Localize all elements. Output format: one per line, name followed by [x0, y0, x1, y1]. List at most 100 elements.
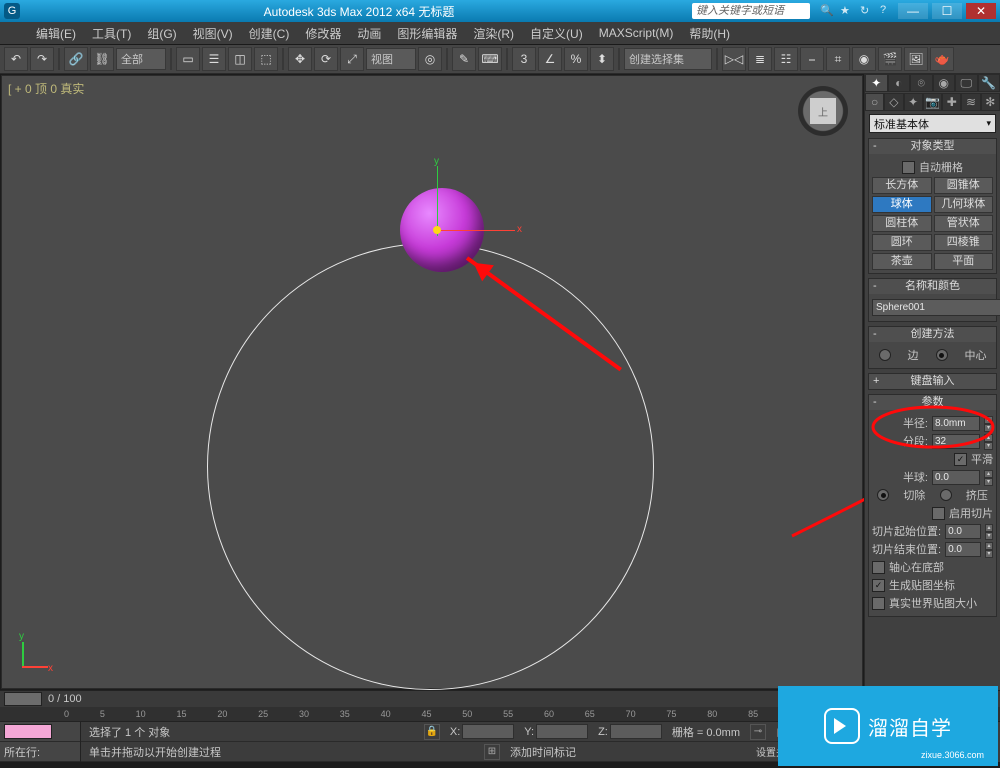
- close-button[interactable]: ✕: [966, 3, 996, 19]
- tab-modify-icon[interactable]: ◐: [888, 74, 911, 92]
- undo-icon[interactable]: ↶: [4, 47, 28, 71]
- tab-hierarchy-icon[interactable]: ⌾: [910, 74, 933, 92]
- time-tag-icon[interactable]: ⊞: [484, 744, 500, 760]
- slice-from-input[interactable]: [945, 524, 981, 539]
- scale-icon[interactable]: ⤢: [340, 47, 364, 71]
- btn-plane[interactable]: 平面: [934, 253, 994, 270]
- realworld-checkbox[interactable]: [872, 597, 885, 610]
- tab-utilities-icon[interactable]: 🔧: [978, 74, 1000, 92]
- viewport-top[interactable]: [ + 0 顶 0 真实 y x 上 y x: [1, 75, 863, 689]
- select-name-icon[interactable]: ☰: [202, 47, 226, 71]
- spinner-snap-icon[interactable]: ⬍: [590, 47, 614, 71]
- radio-chop[interactable]: [877, 489, 889, 501]
- info-icon[interactable]: ?: [880, 4, 894, 18]
- cat-spacewarps-icon[interactable]: ≋: [961, 93, 980, 111]
- lock-icon[interactable]: 🔒: [424, 724, 440, 740]
- tab-display-icon[interactable]: 🖵: [955, 74, 978, 92]
- radio-squash[interactable]: [940, 489, 952, 501]
- cat-shapes-icon[interactable]: ◇: [884, 93, 903, 111]
- circle-shape[interactable]: [207, 243, 654, 690]
- link-icon[interactable]: 🔗: [64, 47, 88, 71]
- btn-cylinder[interactable]: 圆柱体: [872, 215, 932, 232]
- render-setup-icon[interactable]: 🎬: [878, 47, 902, 71]
- cat-cameras-icon[interactable]: 📷: [923, 93, 942, 111]
- star-icon[interactable]: ★: [840, 4, 854, 18]
- object-name-input[interactable]: [872, 299, 1000, 316]
- viewcube[interactable]: 上: [798, 86, 848, 136]
- render-icon[interactable]: 🫖: [930, 47, 954, 71]
- search-box[interactable]: 键入关键字或短语: [692, 3, 810, 19]
- manipulate-icon[interactable]: ✎: [452, 47, 476, 71]
- radio-edge[interactable]: [879, 349, 891, 361]
- menu-animation[interactable]: 动画: [351, 23, 387, 44]
- add-time-tag[interactable]: 添加时间标记: [510, 744, 576, 760]
- move-icon[interactable]: ✥: [288, 47, 312, 71]
- render-frame-icon[interactable]: 🖼: [904, 47, 928, 71]
- cat-geometry-icon[interactable]: ○: [865, 93, 884, 111]
- menu-view[interactable]: 视图(V): [187, 23, 239, 44]
- snap-toggle-icon[interactable]: 3: [512, 47, 536, 71]
- radius-input[interactable]: [932, 416, 980, 431]
- key-icon[interactable]: ⊸: [750, 724, 766, 740]
- menu-edit[interactable]: 编辑(E): [30, 23, 82, 44]
- cat-systems-icon[interactable]: ✻: [981, 93, 1000, 111]
- tab-create-icon[interactable]: ✦: [865, 74, 888, 92]
- menu-create[interactable]: 创建(C): [243, 23, 296, 44]
- time-slider-handle[interactable]: [4, 692, 42, 706]
- filter-combo[interactable]: 全部: [116, 48, 166, 70]
- slice-on-checkbox[interactable]: [932, 507, 945, 520]
- curve-editor-icon[interactable]: ⎯: [800, 47, 824, 71]
- menu-grapheditor[interactable]: 图形编辑器: [391, 23, 463, 44]
- rollout-title-objtype[interactable]: 对象类型: [869, 139, 996, 154]
- keyboard-icon[interactable]: ⌨: [478, 47, 502, 71]
- menu-customize[interactable]: 自定义(U): [524, 23, 589, 44]
- btn-box[interactable]: 长方体: [872, 177, 932, 194]
- material-editor-icon[interactable]: ◉: [852, 47, 876, 71]
- rollout-title-creation[interactable]: 创建方法: [869, 327, 996, 342]
- btn-geosphere[interactable]: 几何球体: [934, 196, 994, 213]
- sync-icon[interactable]: ↻: [860, 4, 874, 18]
- hemisphere-input[interactable]: [932, 470, 980, 485]
- category-dropdown[interactable]: 标准基本体: [869, 114, 996, 133]
- percent-snap-icon[interactable]: %: [564, 47, 588, 71]
- schematic-icon[interactable]: ⌗: [826, 47, 850, 71]
- unlink-icon[interactable]: ⛓: [90, 47, 114, 71]
- mirror-icon[interactable]: ▷◁: [722, 47, 746, 71]
- slice-to-input[interactable]: [945, 542, 981, 557]
- window-crossing-icon[interactable]: ⬚: [254, 47, 278, 71]
- viewport-label[interactable]: [ + 0 顶 0 真实: [8, 80, 84, 97]
- btn-pyramid[interactable]: 四棱锥: [934, 234, 994, 251]
- menu-tools[interactable]: 工具(T): [86, 23, 137, 44]
- menu-help[interactable]: 帮助(H): [683, 23, 736, 44]
- rollout-title-params[interactable]: 参数: [869, 395, 996, 410]
- maximize-button[interactable]: ☐: [932, 3, 962, 19]
- viewcube-face[interactable]: 上: [810, 98, 836, 124]
- named-selset-combo[interactable]: 创建选择集: [624, 48, 712, 70]
- x-input[interactable]: [462, 724, 514, 739]
- menu-render[interactable]: 渲染(R): [467, 23, 520, 44]
- align-icon[interactable]: ≣: [748, 47, 772, 71]
- minimize-button[interactable]: —: [898, 3, 928, 19]
- rotate-icon[interactable]: ⟳: [314, 47, 338, 71]
- angle-snap-icon[interactable]: ∠: [538, 47, 562, 71]
- segments-input[interactable]: [932, 434, 980, 449]
- layers-icon[interactable]: ☷: [774, 47, 798, 71]
- radio-center[interactable]: [936, 349, 948, 361]
- script-status[interactable]: [4, 724, 52, 739]
- btn-torus[interactable]: 圆环: [872, 234, 932, 251]
- z-input[interactable]: [610, 724, 662, 739]
- smooth-checkbox[interactable]: [954, 453, 967, 466]
- rollout-title-keyboard[interactable]: 键盘输入: [869, 374, 996, 389]
- radius-spinner[interactable]: ▴▾: [984, 416, 993, 431]
- genuv-checkbox[interactable]: [872, 579, 885, 592]
- btn-teapot[interactable]: 茶壶: [872, 253, 932, 270]
- hemisphere-spinner[interactable]: ▴▾: [984, 470, 993, 485]
- redo-icon[interactable]: ↷: [30, 47, 54, 71]
- btn-sphere[interactable]: 球体: [872, 196, 932, 213]
- rollout-title-namecolor[interactable]: 名称和颜色: [869, 279, 996, 294]
- tab-motion-icon[interactable]: ◉: [933, 74, 956, 92]
- menu-modifiers[interactable]: 修改器: [299, 23, 347, 44]
- cat-helpers-icon[interactable]: ✚: [942, 93, 961, 111]
- y-input[interactable]: [536, 724, 588, 739]
- btn-cone[interactable]: 圆锥体: [934, 177, 994, 194]
